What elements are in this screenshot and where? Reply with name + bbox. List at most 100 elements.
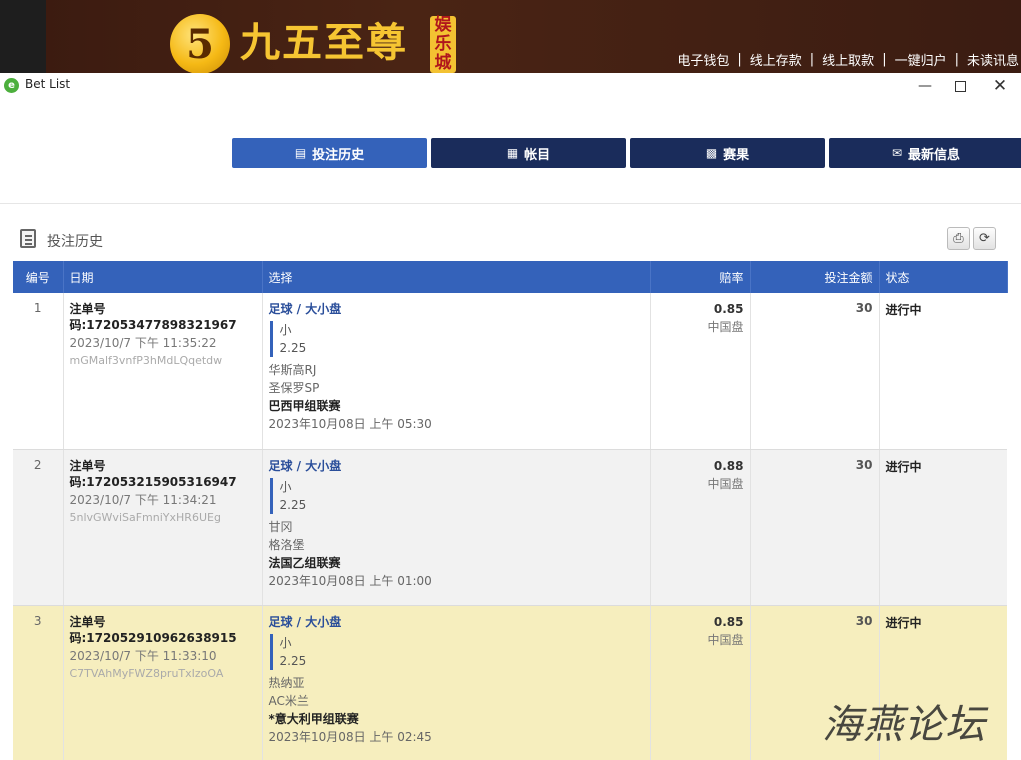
pick-line: 2.25: [279, 497, 307, 512]
tab-account[interactable]: ▦ 帐目: [431, 138, 626, 168]
main-tabs: ▤ 投注历史 ▦ 帐目 ▩ 赛果 ✉ 最新信息: [232, 138, 1021, 168]
order-number: 注单号码:172053215905316947: [69, 458, 237, 489]
clipboard-icon: [20, 229, 36, 248]
header-odds: 赔率: [650, 261, 751, 293]
close-button[interactable]: ✕: [980, 74, 1020, 98]
odds-value: 0.85: [713, 302, 744, 316]
odds-type: 中国盘: [707, 632, 744, 647]
minimize-button[interactable]: —: [905, 74, 945, 98]
match-time: 2023年10月08日 上午 01:00: [268, 573, 432, 588]
header-stake: 投注金额: [750, 261, 880, 293]
refresh-icon: ⟳: [979, 231, 990, 246]
cell-stake: 30: [750, 449, 880, 606]
header-date: 日期: [63, 261, 263, 293]
link-unread-messages[interactable]: 未读讯息: [967, 50, 1019, 69]
pick-label: 小: [279, 635, 292, 650]
pick-label: 小: [279, 479, 292, 494]
home-team: 甘冈: [268, 519, 293, 534]
cell-selection: 足球 / 大小盘 小 2.25 热纳亚 AC米兰 *意大利甲组联赛 2023年1…: [262, 605, 651, 760]
header-selection: 选择: [262, 261, 651, 293]
tab-results[interactable]: ▩ 赛果: [630, 138, 825, 168]
cell-selection: 足球 / 大小盘 小 2.25 甘冈 格洛堡 法国乙组联赛 2023年10月08…: [262, 449, 651, 606]
cell-no: 2: [13, 449, 64, 606]
order-time: 2023/10/7 下午 11:33:10: [69, 648, 217, 663]
logo-emblem: 5: [170, 14, 230, 74]
header-no: 编号: [13, 261, 64, 293]
bet-type: 足球 / 大小盘: [268, 458, 342, 473]
ledger-icon: ▦: [506, 146, 519, 160]
tab-label: 赛果: [723, 147, 750, 163]
home-team: 热纳亚: [268, 675, 305, 690]
browser-icon: e: [4, 78, 19, 93]
forum-watermark: 海燕论坛: [822, 702, 986, 748]
cell-no: 1: [13, 293, 64, 450]
logo-badge: 娱乐城: [430, 16, 456, 73]
printer-icon: ⎙: [953, 231, 964, 246]
cell-odds: 0.85 中国盘: [650, 293, 751, 450]
banner-left-strip: [0, 0, 46, 73]
pick-line: 2.25: [279, 653, 307, 668]
tab-label: 投注历史: [312, 147, 365, 163]
match-time: 2023年10月08日 上午 02:45: [268, 729, 432, 744]
order-number: 注单号码:172053477898321967: [69, 302, 237, 332]
link-deposit[interactable]: 线上存款: [750, 50, 802, 69]
order-time: 2023/10/7 下午 11:34:21: [69, 492, 217, 507]
print-button[interactable]: ⎙: [947, 227, 970, 250]
cell-date: 注单号码:172052910962638915 2023/10/7 下午 11:…: [63, 605, 263, 760]
league-name: *意大利甲组联赛: [268, 711, 359, 726]
link-separator: |: [882, 52, 887, 67]
league-name: 巴西甲组联赛: [268, 399, 341, 413]
table-header-row: 编号 日期 选择 赔率 投注金额 状态: [13, 261, 1008, 293]
logo-text: 九五至尊: [240, 19, 408, 66]
link-withdraw[interactable]: 线上取款: [822, 50, 874, 69]
cell-status: 进行中: [879, 449, 1007, 606]
section-divider: [0, 203, 1021, 204]
link-consolidate[interactable]: 一键归户: [895, 50, 947, 69]
cell-no: 3: [13, 605, 64, 760]
site-banner: 5 九五至尊 娱乐城 电子钱包 | 线上存款 | 线上取款 | 一键归户 | 未…: [0, 0, 1021, 74]
cell-date: 注单号码:172053477898321967 2023/10/7 下午 11:…: [63, 293, 263, 450]
bet-pick: 小 2.25: [269, 477, 644, 514]
link-separator: |: [954, 52, 959, 67]
cell-stake: 30: [750, 293, 880, 450]
pick-line: 2.25: [279, 341, 307, 355]
bet-type: 足球 / 大小盘: [268, 302, 342, 316]
tab-latest-info[interactable]: ✉ 最新信息: [829, 138, 1021, 168]
bet-type: 足球 / 大小盘: [268, 614, 342, 629]
link-e-wallet[interactable]: 电子钱包: [677, 50, 729, 69]
tab-bet-history[interactable]: ▤ 投注历史: [232, 138, 427, 168]
cell-odds: 0.85 中国盘: [650, 605, 751, 760]
away-team: AC米兰: [268, 693, 309, 708]
order-number: 注单号码:172052910962638915: [69, 614, 237, 645]
order-code: C7TVAhMyFWZ8pruTxIzoOA: [69, 666, 224, 680]
bet-pick: 小 2.25: [269, 633, 644, 670]
cell-date: 注单号码:172053215905316947 2023/10/7 下午 11:…: [63, 449, 263, 606]
top-nav-links: 电子钱包 | 线上存款 | 线上取款 | 一键归户 | 未读讯息: [677, 50, 1019, 69]
header-status: 状态: [879, 261, 1008, 293]
match-time: 2023年10月08日 上午 05:30: [268, 417, 432, 431]
away-team: 格洛堡: [268, 537, 305, 552]
envelope-icon: ✉: [891, 146, 903, 160]
odds-value: 0.85: [713, 614, 744, 629]
home-team: 华斯高RJ: [268, 363, 317, 377]
link-separator: |: [809, 52, 815, 67]
cell-status: 进行中: [879, 293, 1007, 450]
cell-selection: 足球 / 大小盘 小 2.25 华斯高RJ 圣保罗SP 巴西甲组联赛 2023年…: [262, 293, 651, 450]
window-titlebar: e Bet List — ✕: [0, 73, 1021, 99]
bet-pick: 小 2.25: [269, 321, 644, 357]
cell-odds: 0.88 中国盘: [650, 449, 751, 606]
table-row: 1 注单号码:172053477898321967 2023/10/7 下午 1…: [13, 293, 1007, 450]
tab-label: 帐目: [524, 147, 551, 163]
link-separator: |: [737, 52, 742, 67]
window-title: Bet List: [25, 77, 71, 91]
order-time: 2023/10/7 下午 11:35:22: [69, 336, 217, 350]
league-name: 法国乙组联赛: [268, 555, 341, 570]
refresh-button[interactable]: ⟳: [973, 227, 996, 250]
result-icon: ▩: [705, 146, 718, 160]
clipboard-icon: ▤: [294, 146, 307, 160]
maximize-button[interactable]: [940, 74, 980, 98]
bet-list-table: 编号 日期 选择 赔率 投注金额 状态 1 注单号码:1720534778983…: [13, 261, 1008, 760]
table-row: 2 注单号码:172053215905316947 2023/10/7 下午 1…: [13, 449, 1007, 606]
odds-type: 中国盘: [707, 476, 744, 491]
odds-type: 中国盘: [707, 320, 744, 334]
